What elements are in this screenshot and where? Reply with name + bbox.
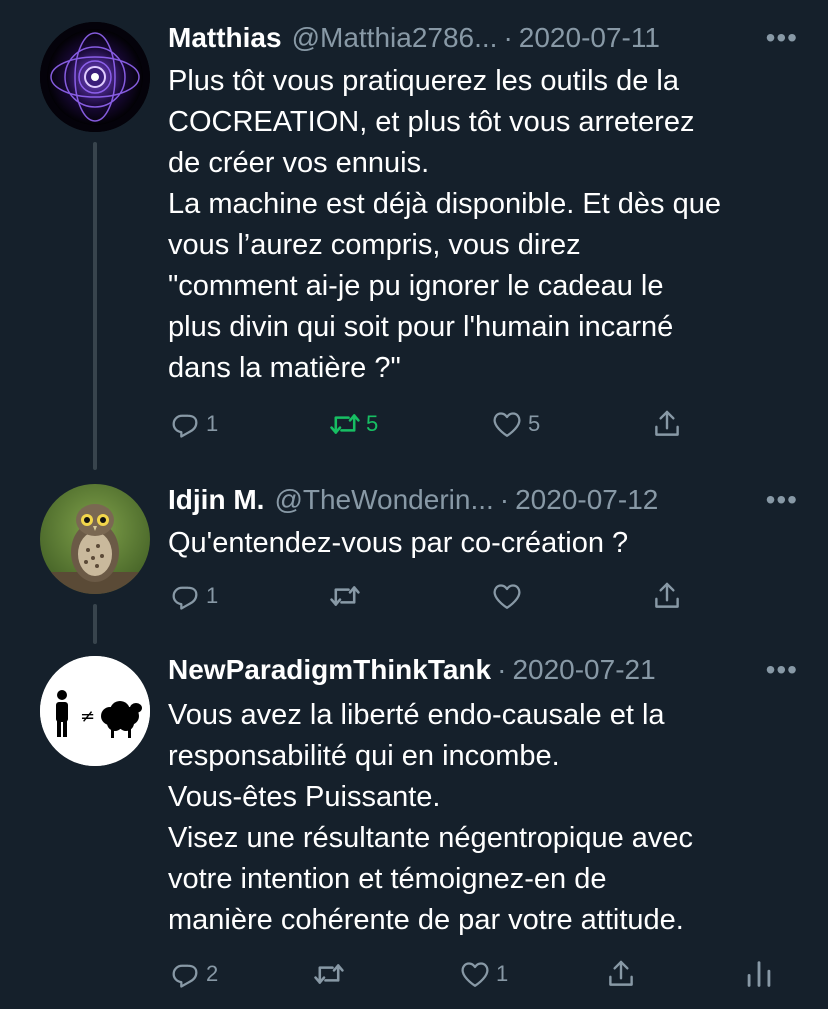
- retweet-icon: [312, 957, 346, 991]
- tweet-matthias[interactable]: Matthias @Matthia2786... · 2020-07-11 ••…: [0, 0, 828, 470]
- thread-line: [93, 604, 97, 644]
- separator-dot: ·: [497, 654, 507, 685]
- thread-line: [93, 142, 97, 470]
- reply-button[interactable]: 1: [168, 404, 218, 444]
- heart-icon: [490, 579, 524, 613]
- like-count: 5: [528, 411, 541, 436]
- retweet-icon: [328, 407, 362, 441]
- action-bar: 1 5 5: [168, 404, 808, 444]
- share-icon: [650, 579, 684, 613]
- share-icon: [604, 957, 638, 991]
- avatar[interactable]: ≠: [40, 656, 150, 766]
- reply-button[interactable]: 2: [168, 954, 218, 994]
- reply-icon: [168, 957, 202, 991]
- handle[interactable]: @Matthia2786...: [292, 22, 498, 54]
- retweet-button[interactable]: [312, 954, 346, 994]
- share-button[interactable]: [650, 576, 684, 616]
- like-button[interactable]: [490, 576, 524, 616]
- analytics-icon: [742, 957, 776, 991]
- reply-icon: [168, 579, 202, 613]
- tweet-text: Vous avez la liberté endo-causale et la …: [168, 699, 694, 936]
- reply-button[interactable]: 1: [168, 576, 218, 616]
- retweet-icon: [328, 579, 362, 613]
- more-options-icon[interactable]: •••: [766, 484, 798, 516]
- cosmic-eye-icon: [40, 22, 150, 132]
- tweet-date[interactable]: 2020-07-11: [519, 22, 660, 54]
- share-button[interactable]: [650, 404, 684, 444]
- svg-text:≠: ≠: [80, 706, 95, 727]
- more-options-icon[interactable]: •••: [766, 654, 798, 686]
- separator-dot: ·: [503, 22, 513, 53]
- reply-icon: [168, 407, 202, 441]
- share-button[interactable]: [604, 954, 638, 994]
- action-bar: 2 1: [168, 954, 808, 994]
- tweet-text: Plus tôt vous pratiquerez les outils de …: [168, 65, 721, 384]
- reply-count: 1: [206, 411, 219, 436]
- tweet-idjin[interactable]: Idjin M. @TheWonderin... · 2020-07-12 ••…: [0, 470, 828, 644]
- avatar[interactable]: [40, 484, 150, 594]
- display-name[interactable]: Matthias: [168, 22, 282, 54]
- heart-icon: [458, 957, 492, 991]
- tweet-newparadigm[interactable]: ≠ NewParadigmThinkTank · 2020-07-21 ••• …: [0, 640, 828, 1009]
- like-button[interactable]: 1: [458, 954, 508, 994]
- display-name[interactable]: NewParadigmThinkTank: [168, 654, 491, 686]
- reply-count: 1: [206, 583, 219, 608]
- more-options-icon[interactable]: •••: [766, 22, 798, 54]
- like-button[interactable]: 5: [490, 404, 540, 444]
- avatar[interactable]: [40, 22, 150, 132]
- retweet-count: 5: [366, 411, 379, 436]
- retweet-button[interactable]: 5: [328, 404, 378, 444]
- action-bar: 1: [168, 576, 808, 616]
- tweet-date[interactable]: 2020-07-21: [512, 654, 655, 686]
- handle[interactable]: @TheWonderin...: [274, 484, 493, 516]
- person-not-equal-sheep-icon: ≠: [40, 656, 150, 766]
- share-icon: [650, 407, 684, 441]
- owl-icon: [40, 484, 150, 594]
- tweet-text: Qu'entendez-vous par co-création ?: [168, 527, 629, 559]
- reply-count: 2: [206, 961, 219, 986]
- retweet-button[interactable]: [328, 576, 362, 616]
- separator-dot: ·: [499, 484, 510, 515]
- like-count: 1: [496, 961, 509, 986]
- analytics-button[interactable]: [742, 954, 776, 994]
- tweet-date[interactable]: 2020-07-12: [515, 484, 658, 516]
- heart-icon: [490, 407, 524, 441]
- display-name[interactable]: Idjin M.: [168, 484, 264, 516]
